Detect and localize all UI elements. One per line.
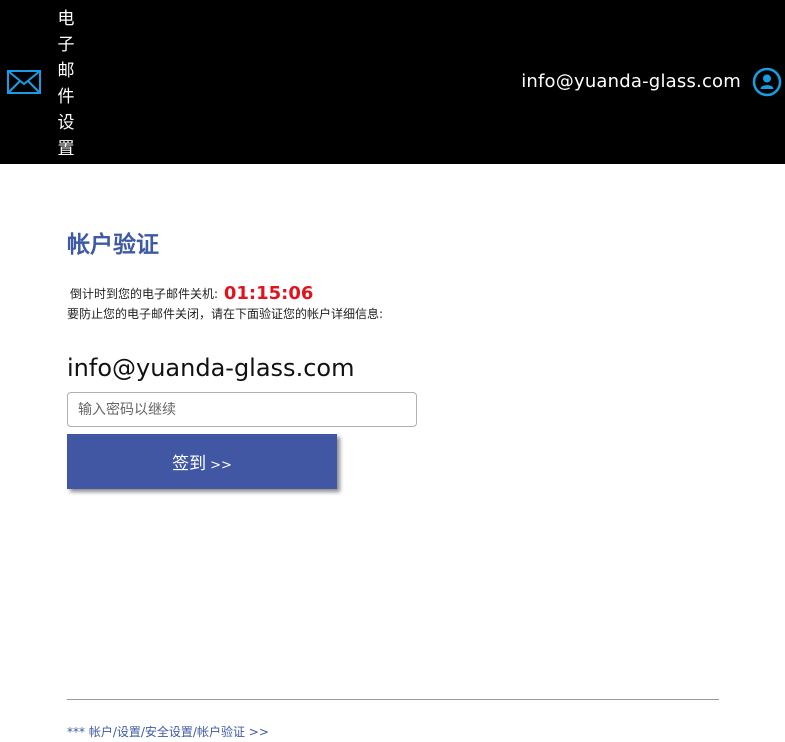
header-email: info@yuanda-glass.com (521, 71, 741, 92)
top-bar: 电子邮件设置 info@yuanda-glass.com (0, 0, 785, 164)
verification-panel: 帐户验证 倒计时到您的电子邮件关机: 01:15:06 要防止您的电子邮件关闭，… (67, 228, 719, 489)
password-field[interactable] (67, 392, 417, 427)
sign-in-arrows: >> (210, 458, 232, 473)
countdown-line: 倒计时到您的电子邮件关机: 01:15:06 (67, 282, 719, 306)
footer-breadcrumb-link[interactable]: *** 帐户/设置/安全设置/帐户验证 >> (67, 723, 269, 741)
sign-in-label: 签到 (172, 454, 207, 474)
countdown-label: 倒计时到您的电子邮件关机: (70, 287, 219, 301)
account-email: info@yuanda-glass.com (67, 354, 355, 382)
countdown-timer: 01:15:06 (223, 283, 314, 304)
instruction-text: 要防止您的电子邮件关闭，请在下面验证您的帐户详细信息: (67, 307, 384, 321)
app-title: 电子邮件设置 (57, 9, 75, 159)
user-icon[interactable] (752, 67, 782, 97)
page-title: 帐户验证 (67, 232, 159, 258)
mail-icon (7, 70, 41, 94)
sign-in-button[interactable]: 签到 >> (67, 434, 337, 489)
footer-divider (67, 699, 719, 700)
